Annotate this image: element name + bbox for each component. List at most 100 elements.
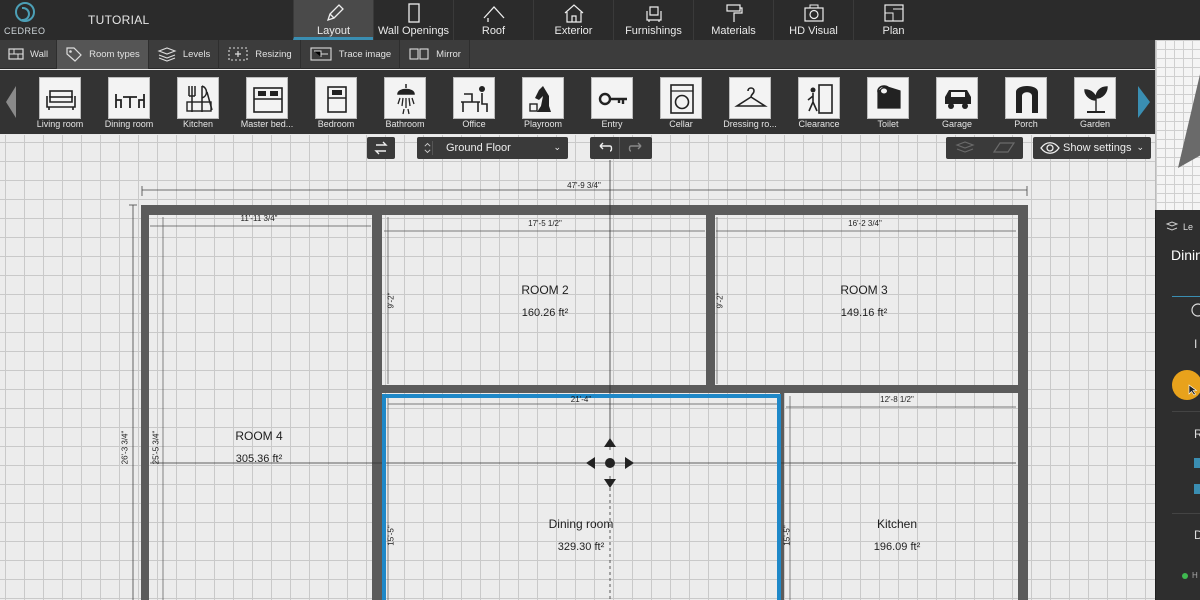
key-icon	[598, 92, 627, 106]
subtab-trace-image[interactable]: Trace image	[301, 39, 401, 69]
door-icon	[408, 3, 420, 23]
room-type-garage[interactable]: Garage	[923, 75, 991, 131]
subtab-wall[interactable]: Wall	[0, 39, 58, 69]
room4-name[interactable]: ROOM 4	[199, 429, 319, 443]
subtab-resizing[interactable]: Resizing	[219, 39, 301, 69]
tab-materials[interactable]: Materials	[693, 0, 773, 40]
room-types-bar: Living room Dining room Kitchen Master b…	[0, 70, 1155, 134]
paint-roller-icon	[726, 4, 743, 22]
room-type-bathroom[interactable]: Bathroom	[371, 75, 439, 131]
cedreo-logo[interactable]: CEDREO	[4, 2, 46, 38]
subtab-mirror[interactable]: Mirror	[400, 39, 470, 69]
redo-icon	[628, 142, 642, 152]
roof-icon	[483, 6, 505, 22]
subtab-label: Room types	[89, 48, 140, 60]
tab-roof[interactable]: Roof	[453, 0, 533, 40]
swap-view-button[interactable]	[367, 137, 395, 159]
tab-plan[interactable]: Plan	[853, 0, 933, 40]
room-type-office[interactable]: Office	[440, 75, 508, 131]
view-2d-icon[interactable]	[946, 137, 984, 159]
checkbox-1[interactable]	[1194, 458, 1200, 468]
checkbox-2[interactable]	[1194, 484, 1200, 494]
3d-preview-thumbnail[interactable]	[1155, 40, 1200, 210]
floor-level-select[interactable]: Ground Floor ⌄	[417, 137, 568, 159]
washing-machine-icon	[670, 84, 694, 114]
preview-roof-shape	[1178, 74, 1200, 168]
level-arrows-icon	[424, 141, 433, 155]
tab-furnishings[interactable]: Furnishings	[613, 0, 693, 40]
panel-divider	[1172, 411, 1200, 412]
tab-label: Materials	[711, 25, 756, 37]
undo-button[interactable]	[590, 137, 620, 159]
subtab-label: Levels	[182, 48, 211, 60]
tab-layout[interactable]: Layout	[293, 0, 373, 40]
panel-status-text: H	[1192, 571, 1198, 580]
mirror-icon	[409, 48, 429, 60]
wall-room4-divider[interactable]	[372, 205, 382, 600]
arch-icon	[1016, 86, 1038, 113]
room-type-porch[interactable]: Porch	[992, 75, 1060, 131]
overall-height-dimension-line	[129, 204, 137, 600]
room-type-bedroom[interactable]: Bedroom	[302, 75, 370, 131]
tab-label: HD Visual	[789, 25, 838, 37]
cursor-icon	[1188, 384, 1198, 396]
kitchen-height-label: 15'-5"	[782, 525, 792, 546]
room-properties-panel: Le Dinin I R D H	[1155, 210, 1200, 600]
room-type-entry[interactable]: Entry	[578, 75, 646, 131]
layout-sub-toolbar: Wall Room types Levels Resizing Trace im…	[0, 39, 1155, 69]
info-icon[interactable]	[1190, 302, 1200, 318]
subtab-label: Trace image	[338, 48, 392, 60]
room-type-clearance[interactable]: Clearance	[785, 75, 853, 131]
room3-area: 149.16 ft²	[840, 307, 888, 319]
room3-height-label: 9'-2"	[715, 292, 725, 309]
room-type-garden[interactable]: Garden	[1061, 75, 1129, 131]
tab-exterior[interactable]: Exterior	[533, 0, 613, 40]
chevron-down-icon: ⌄	[1136, 142, 1144, 152]
kitchen-width-label: 12'-8 1/2"	[880, 395, 914, 404]
dining-room-name[interactable]: Dining room	[521, 517, 641, 531]
scroll-left-icon[interactable]	[0, 82, 20, 122]
kitchen-utensils-icon	[186, 85, 213, 112]
wall-left[interactable]	[141, 205, 149, 600]
room2-width-label: 17'-5 1/2"	[528, 219, 562, 228]
room-type-cellar[interactable]: Cellar	[647, 75, 715, 131]
room3-name[interactable]: ROOM 3	[804, 283, 924, 297]
room-type-dressing-room[interactable]: Dressing ro...	[716, 75, 784, 131]
hanger-icon	[734, 87, 768, 107]
floor-plan-canvas[interactable]: Ground Floor ⌄ Show settings ⌄ 47'-9 3/4…	[0, 135, 1155, 600]
project-title[interactable]: TUTORIAL	[88, 13, 150, 27]
drag-handle-button[interactable]	[1172, 370, 1200, 400]
logo-text: CEDREO	[4, 26, 46, 36]
wall-horizontal-divider[interactable]	[372, 385, 1028, 393]
subtab-levels[interactable]: Levels	[149, 39, 220, 69]
room-type-toilet[interactable]: Toilet	[854, 75, 922, 131]
room-type-master-bedroom[interactable]: Master bed...	[233, 75, 301, 131]
selected-room-outline[interactable]	[382, 394, 781, 600]
single-bed-icon	[327, 86, 347, 113]
subtab-label: Mirror	[436, 48, 461, 60]
move-handle-icon[interactable]	[586, 438, 634, 488]
swap-arrows-icon	[374, 141, 388, 155]
room4-width-label: 11'-11 3/4"	[240, 214, 278, 223]
scroll-right-icon[interactable]	[1133, 82, 1155, 122]
tab-hd-visual[interactable]: HD Visual	[773, 0, 853, 40]
double-bed-icon	[253, 87, 283, 113]
tab-label: Layout	[316, 25, 351, 37]
room-type-dining-room[interactable]: Dining room	[95, 75, 163, 131]
kitchen-name[interactable]: Kitchen	[837, 517, 957, 531]
show-settings-dropdown[interactable]: Show settings ⌄	[1033, 137, 1151, 159]
tab-wall-openings[interactable]: Wall Openings	[373, 0, 453, 40]
blueprint-icon	[884, 4, 904, 22]
room-type-living-room[interactable]: Living room	[26, 75, 94, 131]
wall-room2-room3-divider[interactable]	[706, 205, 715, 392]
redo-button[interactable]	[621, 137, 651, 159]
wall-right[interactable]	[1018, 205, 1028, 600]
resize-icon	[228, 47, 248, 61]
view-3d-icon[interactable]	[985, 137, 1023, 159]
room2-name[interactable]: ROOM 2	[485, 283, 605, 297]
armchair-icon	[646, 6, 662, 22]
room-type-playroom[interactable]: Playroom	[509, 75, 577, 131]
pencil-icon	[326, 4, 344, 22]
subtab-room-types[interactable]: Room types	[57, 39, 149, 69]
room-type-kitchen[interactable]: Kitchen	[164, 75, 232, 131]
